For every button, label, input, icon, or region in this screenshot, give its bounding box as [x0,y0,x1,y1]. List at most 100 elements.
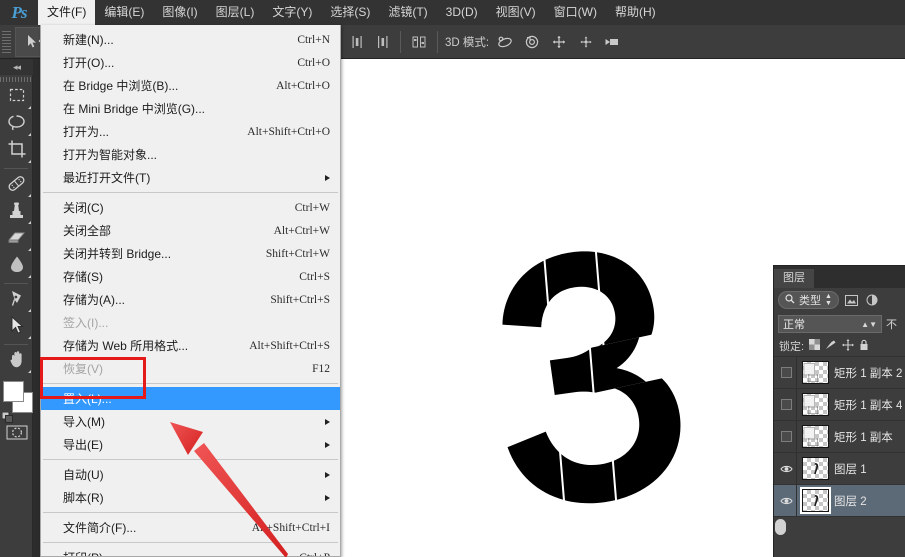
flyout-triangle-icon[interactable] [28,309,31,312]
menu-1[interactable]: 编辑(E) [95,0,153,25]
menu-item-1-0[interactable]: 关闭(C) Ctrl+W [41,196,340,219]
flyout-triangle-icon[interactable] [28,133,31,136]
menu-7[interactable]: 3D(D) [437,0,487,25]
menu-item-1-5[interactable]: 签入(I)... [41,311,340,334]
menu-item-0-3[interactable]: 在 Mini Bridge 中浏览(G)... [41,97,340,120]
marquee-tool[interactable] [0,84,33,111]
layer-thumbnail[interactable] [800,487,831,514]
menu-item-1-7[interactable]: 恢复(V) F12 [41,357,340,380]
tools-panel-grip[interactable] [0,75,33,84]
slide-3d-object-icon[interactable] [574,31,598,53]
layer-row[interactable]: 图层 1 [774,452,905,485]
auto-align-layers-icon[interactable] [408,31,430,53]
lock-position-icon[interactable] [842,338,855,354]
stepper-icon[interactable]: ▲ ▼ [825,293,832,307]
lasso-tool[interactable] [0,111,33,138]
flyout-triangle-icon[interactable] [28,275,31,278]
layers-scrollbar-thumb[interactable] [775,519,786,535]
menu-item-1-3[interactable]: 存储(S) Ctrl+S [41,265,340,288]
blend-mode-select[interactable]: 正常 ▲▼ [778,315,882,333]
options-bar-grip[interactable] [2,30,11,53]
hand-tool[interactable] [0,348,33,375]
menu-item-4-0[interactable]: 文件简介(F)... Alt+Shift+Ctrl+I [41,516,340,539]
submenu-arrow-icon[interactable] [325,441,330,448]
menu-item-0-5[interactable]: 打开为智能对象... [41,143,340,166]
healing-brush-tool[interactable] [0,172,33,199]
layer-visibility-off-icon[interactable] [776,421,796,453]
menu-4[interactable]: 文字(Y) [263,0,321,25]
menu-item-3-1[interactable]: 脚本(R) [41,486,340,509]
menu-item-3-0[interactable]: 自动(U) [41,463,340,486]
flyout-triangle-icon[interactable] [28,106,31,109]
layer-visibility-off-icon[interactable] [776,357,796,389]
default-colors-icon[interactable] [1,410,13,423]
flyout-triangle-icon[interactable] [28,336,31,339]
menu-item-5-0[interactable]: 打印(P)... Ctrl+P [41,546,340,556]
flyout-triangle-icon[interactable] [28,370,31,373]
layer-filter-type-select[interactable]: 类型 ▲ ▼ [778,291,839,309]
flyout-triangle-icon[interactable] [28,160,31,163]
layer-thumbnail[interactable] [802,361,829,384]
layer-row[interactable]: 矩形 1 副本 2 [774,356,905,389]
crop-tool[interactable] [0,138,33,165]
quick-mask-icon[interactable] [0,421,33,443]
submenu-arrow-icon[interactable] [325,494,330,501]
layer-row[interactable]: 图层 2 [774,484,905,517]
submenu-arrow-icon[interactable] [325,174,330,181]
filter-pixel-icon[interactable] [843,292,860,309]
flyout-triangle-icon[interactable] [28,248,31,251]
menu-item-2-1[interactable]: 导入(M) [41,410,340,433]
filter-adjustment-icon[interactable] [864,292,881,309]
layer-row[interactable]: 矩形 1 副本 4 [774,388,905,421]
collapse-tools-button[interactable]: ◂◂ [0,59,33,75]
distribute-horizontal-centers-icon[interactable] [346,31,368,53]
path-selection-tool[interactable] [0,314,33,341]
menu-item-1-1[interactable]: 关闭全部 Alt+Ctrl+W [41,219,340,242]
menu-item-1-4[interactable]: 存储为(A)... Shift+Ctrl+S [41,288,340,311]
layer-thumbnail[interactable] [802,425,829,448]
drag-3d-object-icon[interactable] [547,31,571,53]
lock-all-icon[interactable] [859,339,869,354]
rotate-3d-object-icon[interactable] [493,31,517,53]
menu-item-1-6[interactable]: 存储为 Web 所用格式... Alt+Shift+Ctrl+S [41,334,340,357]
chevron-down-icon[interactable]: ▲▼ [861,320,877,329]
menu-item-2-2[interactable]: 导出(E) [41,433,340,456]
distribute-right-edges-icon[interactable] [371,31,393,53]
submenu-arrow-icon[interactable] [325,418,330,425]
menu-item-2-0[interactable]: 置入(L)... [41,387,340,410]
layer-visibility-eye-icon[interactable] [776,485,796,517]
layer-thumbnail[interactable] [802,457,829,480]
menu-5[interactable]: 选择(S) [321,0,379,25]
lock-image-icon[interactable] [825,339,837,353]
menu-item-1-2[interactable]: 关闭并转到 Bridge... Shift+Ctrl+W [41,242,340,265]
scale-3d-object-icon[interactable] [601,31,625,53]
menu-8[interactable]: 视图(V) [487,0,545,25]
menu-item-0-0[interactable]: 新建(N)... Ctrl+N [41,28,340,51]
layer-thumbnail[interactable] [802,393,829,416]
menu-3[interactable]: 图层(L) [207,0,264,25]
menu-9[interactable]: 窗口(W) [545,0,606,25]
menu-item-0-6[interactable]: 最近打开文件(T) [41,166,340,189]
eraser-tool[interactable] [0,226,33,253]
tab-layers[interactable]: 图层 [774,269,814,288]
roll-3d-object-icon[interactable] [520,31,544,53]
menu-item-0-1[interactable]: 打开(O)... Ctrl+O [41,51,340,74]
layer-visibility-eye-icon[interactable] [776,453,796,485]
menu-10[interactable]: 帮助(H) [606,0,665,25]
menu-6[interactable]: 滤镜(T) [379,0,436,25]
layer-row[interactable]: 矩形 1 副本 [774,420,905,453]
menu-0[interactable]: 文件(F) [38,0,96,25]
flyout-triangle-icon[interactable] [28,221,31,224]
menu-2[interactable]: 图像(I) [153,0,206,25]
layer-visibility-off-icon[interactable] [776,389,796,421]
blur-tool[interactable] [0,253,33,280]
clone-stamp-tool[interactable] [0,199,33,226]
submenu-arrow-icon[interactable] [325,471,330,478]
menu-item-0-4[interactable]: 打开为... Alt+Shift+Ctrl+O [41,120,340,143]
pen-tool[interactable] [0,287,33,314]
file-menu-dropdown[interactable]: 新建(N)... Ctrl+N 打开(O)... Ctrl+O 在 Bridge 中浏览… [40,25,341,557]
foreground-color-swatch[interactable] [3,381,24,402]
flyout-triangle-icon[interactable] [28,194,31,197]
lock-transparency-icon[interactable] [809,339,821,353]
menu-item-0-2[interactable]: 在 Bridge 中浏览(B)... Alt+Ctrl+O [41,74,340,97]
